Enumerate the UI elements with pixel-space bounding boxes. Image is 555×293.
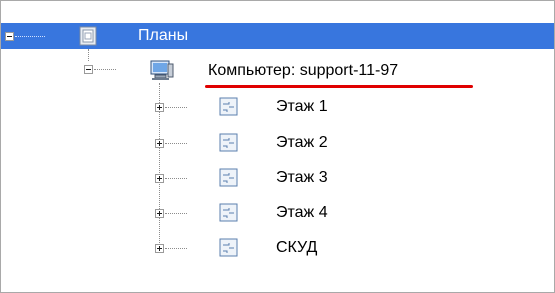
tree-node-label: Этаж 3: [276, 169, 328, 186]
tree-node-label: СКУД: [276, 239, 318, 256]
computer-icon: [149, 59, 175, 86]
expand-toggle[interactable]: [155, 209, 164, 218]
tree-node-label: Компьютер: support-11-97: [208, 62, 399, 79]
expand-toggle[interactable]: [155, 103, 164, 112]
tree-connector: [165, 143, 187, 144]
expand-toggle[interactable]: [155, 139, 164, 148]
tree-connector: [94, 69, 116, 70]
floor-plan-icon: [219, 133, 239, 158]
floor-plan-icon: [219, 238, 239, 263]
tree-connector: [15, 36, 45, 37]
tree-node-plans[interactable]: Планы: [1, 23, 554, 49]
tree-connector: [165, 107, 187, 108]
collapse-toggle[interactable]: [5, 32, 14, 41]
expand-toggle[interactable]: [155, 174, 164, 183]
collapse-toggle[interactable]: [84, 65, 93, 74]
tree-connector: [165, 213, 187, 214]
floor-plan-icon: [219, 97, 239, 122]
highlight-underline: [205, 85, 473, 88]
floor-plan-icon: [219, 168, 239, 193]
tree-node-label: Планы: [138, 27, 189, 44]
tree-connector: [165, 178, 187, 179]
tree-node-label: Этаж 4: [276, 204, 328, 221]
expand-toggle[interactable]: [155, 244, 164, 253]
plans-folder-icon: [79, 26, 99, 51]
floor-plan-icon: [219, 203, 239, 228]
tree-connector: [88, 49, 89, 61]
tree-connector: [165, 248, 187, 249]
tree-node-label: Этаж 2: [276, 134, 328, 151]
tree-node-label: Этаж 1: [276, 98, 328, 115]
tree-view: Планы Компьютер: support-11-97 Этаж 1 Эт…: [0, 0, 555, 293]
